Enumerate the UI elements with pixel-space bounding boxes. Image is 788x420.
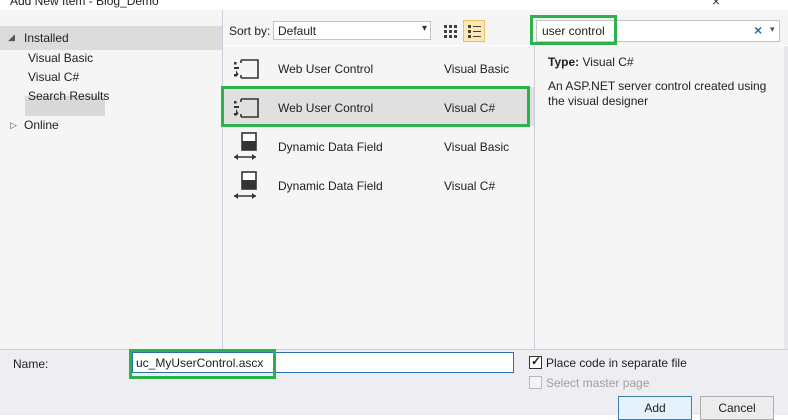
template-language: Visual C# [444,179,496,193]
tree-item-visual-basic[interactable]: Visual Basic [28,51,93,65]
web-user-control-icon [231,53,261,83]
tree-node-online[interactable]: Online [24,118,59,132]
template-type: Type: Visual C# [548,55,634,69]
template-name: Dynamic Data Field [278,140,383,154]
tree-node-installed[interactable]: ◢ Installed [0,26,222,50]
selected-row-highlight-box [221,86,530,127]
expanded-arrow-icon[interactable]: ◢ [8,32,15,43]
collapsed-arrow-icon[interactable]: ▷ [10,120,17,131]
name-label: Name: [13,357,49,371]
place-code-separate-checkbox[interactable]: ✓ [529,354,542,369]
type-label: Type: [548,55,580,69]
dynamic-data-field-icon [231,170,261,200]
template-name: Dynamic Data Field [278,179,383,193]
cancel-button[interactable]: Cancel [700,396,774,420]
template-description: An ASP.NET server control created using … [548,79,767,108]
clear-search-icon[interactable]: × [754,22,762,38]
template-row-dynamic-data-field-vb[interactable]: Dynamic Data Field Visual Basic [223,126,534,165]
chevron-down-icon: ▾ [421,23,427,34]
list-view-icon[interactable] [463,20,485,42]
type-value: Visual C# [582,55,634,69]
place-code-separate-label[interactable]: Place code in separate file [546,356,687,370]
template-name: Web User Control [278,62,374,76]
tree-item-visual-csharp[interactable]: Visual C# [28,70,79,84]
tree-label-installed: Installed [24,31,69,45]
template-row-web-user-control-vb[interactable]: Web User Control Visual Basic [223,48,534,87]
template-language: Visual Basic [444,62,510,76]
template-row-dynamic-data-field-cs[interactable]: Dynamic Data Field Visual C# [223,165,534,204]
add-button[interactable]: Add [618,396,692,420]
template-language: Visual Basic [444,140,510,154]
select-master-page-label: Select master page [546,376,650,390]
sort-by-value: Default [278,24,317,38]
category-tree: ◢ Installed Visual Basic Visual C# Searc… [0,10,223,349]
close-icon[interactable]: × [712,0,720,9]
title-bar: Add New Item - Blog_Demo × [0,0,788,10]
window-title: Add New Item - Blog_Demo [10,0,159,8]
grid-view-icon[interactable] [441,22,459,40]
checkmark-icon: ✓ [531,354,542,368]
search-highlight-box [530,15,617,45]
vertical-scrollbar[interactable] [784,46,788,349]
sort-by-select[interactable]: Default ▾ [273,21,431,40]
dynamic-data-field-icon [231,131,261,161]
name-highlight-box [129,349,276,379]
sort-by-label: Sort by: [229,24,271,38]
tree-item-search-results[interactable]: Search Results [28,89,109,103]
select-master-page-checkbox [529,376,542,389]
search-dropdown-icon[interactable]: ▾ [770,24,775,35]
